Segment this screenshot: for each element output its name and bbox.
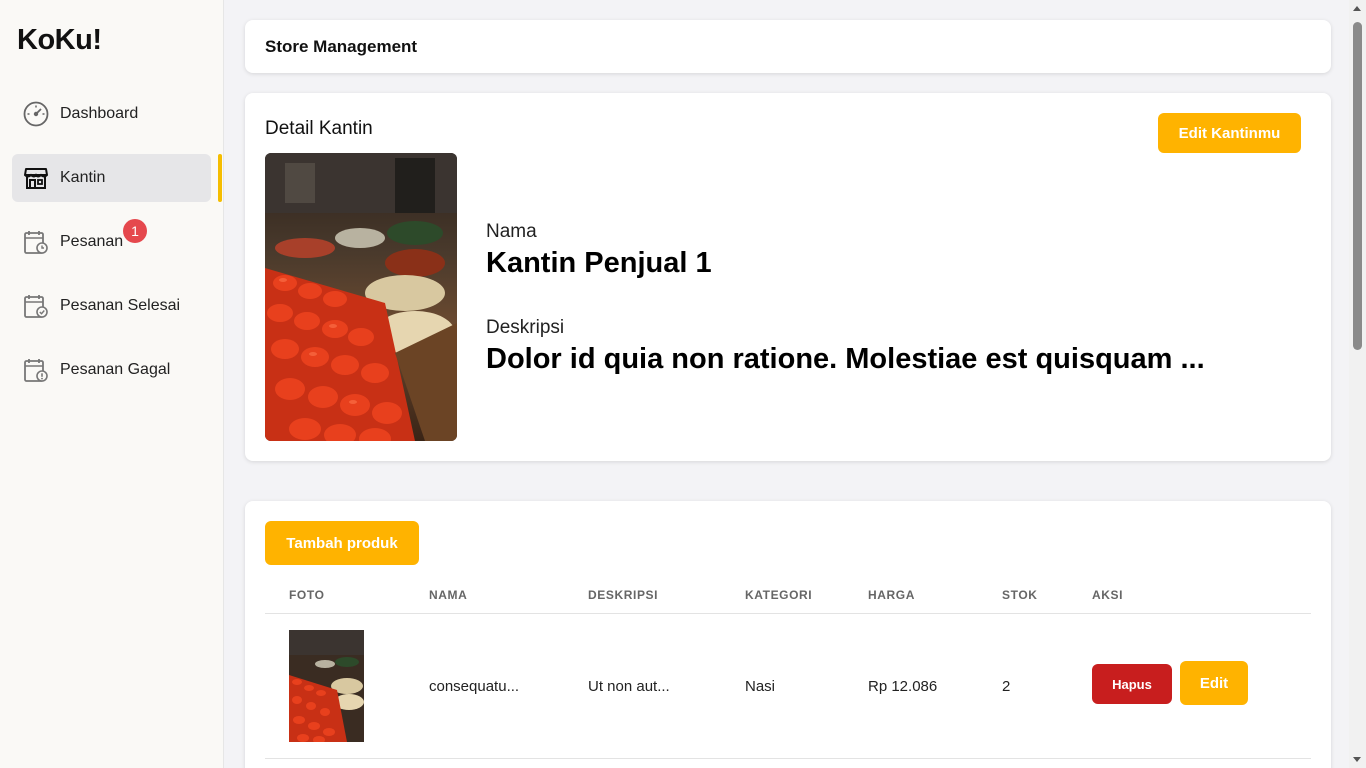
sidebar: KoKu! Dashboard Kantin Pesanan 1 Pesanan… <box>0 0 224 768</box>
product-description: Ut non aut... <box>588 678 670 695</box>
column-header-deskripsi: DESKRIPSI <box>588 588 659 602</box>
sidebar-item-pesanan[interactable]: Pesanan <box>12 218 211 266</box>
sidebar-item-label: Pesanan Gagal <box>60 361 171 378</box>
column-header-aksi: AKSI <box>1092 588 1124 602</box>
sidebar-item-pesanan-selesai[interactable]: Pesanan Selesai <box>12 282 211 330</box>
name-label: Nama <box>486 221 537 242</box>
table-row-divider <box>265 758 1311 759</box>
table-header-divider <box>265 613 1311 614</box>
page-header: Store Management <box>245 20 1331 73</box>
store-description: Dolor id quia non ratione. Molestiae est… <box>486 343 1205 375</box>
add-product-button[interactable]: Tambah produk <box>265 521 419 565</box>
scroll-thumb[interactable] <box>1353 22 1362 350</box>
column-header-nama: NAMA <box>429 588 468 602</box>
notification-badge: 1 <box>123 219 147 243</box>
active-indicator <box>218 154 222 202</box>
calendar-check-icon <box>23 293 49 319</box>
product-price: Rp 12.086 <box>868 678 938 695</box>
product-name: consequatu... <box>429 678 520 695</box>
product-stock: 2 <box>1002 678 1011 695</box>
sidebar-item-kantin[interactable]: Kantin <box>12 154 211 202</box>
product-category: Nasi <box>745 678 776 695</box>
section-title: Detail Kantin <box>265 118 373 139</box>
sidebar-item-label: Dashboard <box>60 105 139 122</box>
sidebar-item-label: Pesanan Selesai <box>60 297 181 314</box>
edit-product-button[interactable]: Edit <box>1180 661 1248 705</box>
scroll-down-arrow-icon[interactable] <box>1353 757 1361 762</box>
gauge-icon <box>23 101 49 127</box>
calendar-alert-icon <box>23 357 49 383</box>
delete-product-button[interactable]: Hapus <box>1092 664 1172 704</box>
store-photo <box>265 153 457 441</box>
sidebar-item-label: Kantin <box>60 169 106 186</box>
column-header-stok: STOK <box>1002 588 1038 602</box>
app-logo[interactable]: KoKu! <box>17 24 102 57</box>
description-label: Deskripsi <box>486 317 565 338</box>
column-header-foto: FOTO <box>289 588 325 602</box>
column-header-harga: HARGA <box>868 588 915 602</box>
sidebar-item-pesanan-gagal[interactable]: Pesanan Gagal <box>12 346 211 394</box>
scroll-up-arrow-icon[interactable] <box>1353 6 1361 11</box>
store-detail-card: Detail Kantin Edit Kantinmu Nama Kantin … <box>245 93 1331 461</box>
product-photo <box>289 630 364 742</box>
store-name: Kantin Penjual 1 <box>486 247 712 279</box>
sidebar-item-label: Pesanan <box>60 233 124 250</box>
products-card: Tambah produk FOTO NAMA DESKRIPSI KATEGO… <box>245 501 1331 768</box>
page-scrollbar[interactable] <box>1349 0 1366 768</box>
sidebar-item-dashboard[interactable]: Dashboard <box>12 90 211 138</box>
column-header-kategori: KATEGORI <box>745 588 813 602</box>
calendar-clock-icon <box>23 229 49 255</box>
page-title: Store Management <box>265 37 418 56</box>
edit-store-button[interactable]: Edit Kantinmu <box>1158 113 1301 153</box>
store-icon <box>23 165 49 191</box>
